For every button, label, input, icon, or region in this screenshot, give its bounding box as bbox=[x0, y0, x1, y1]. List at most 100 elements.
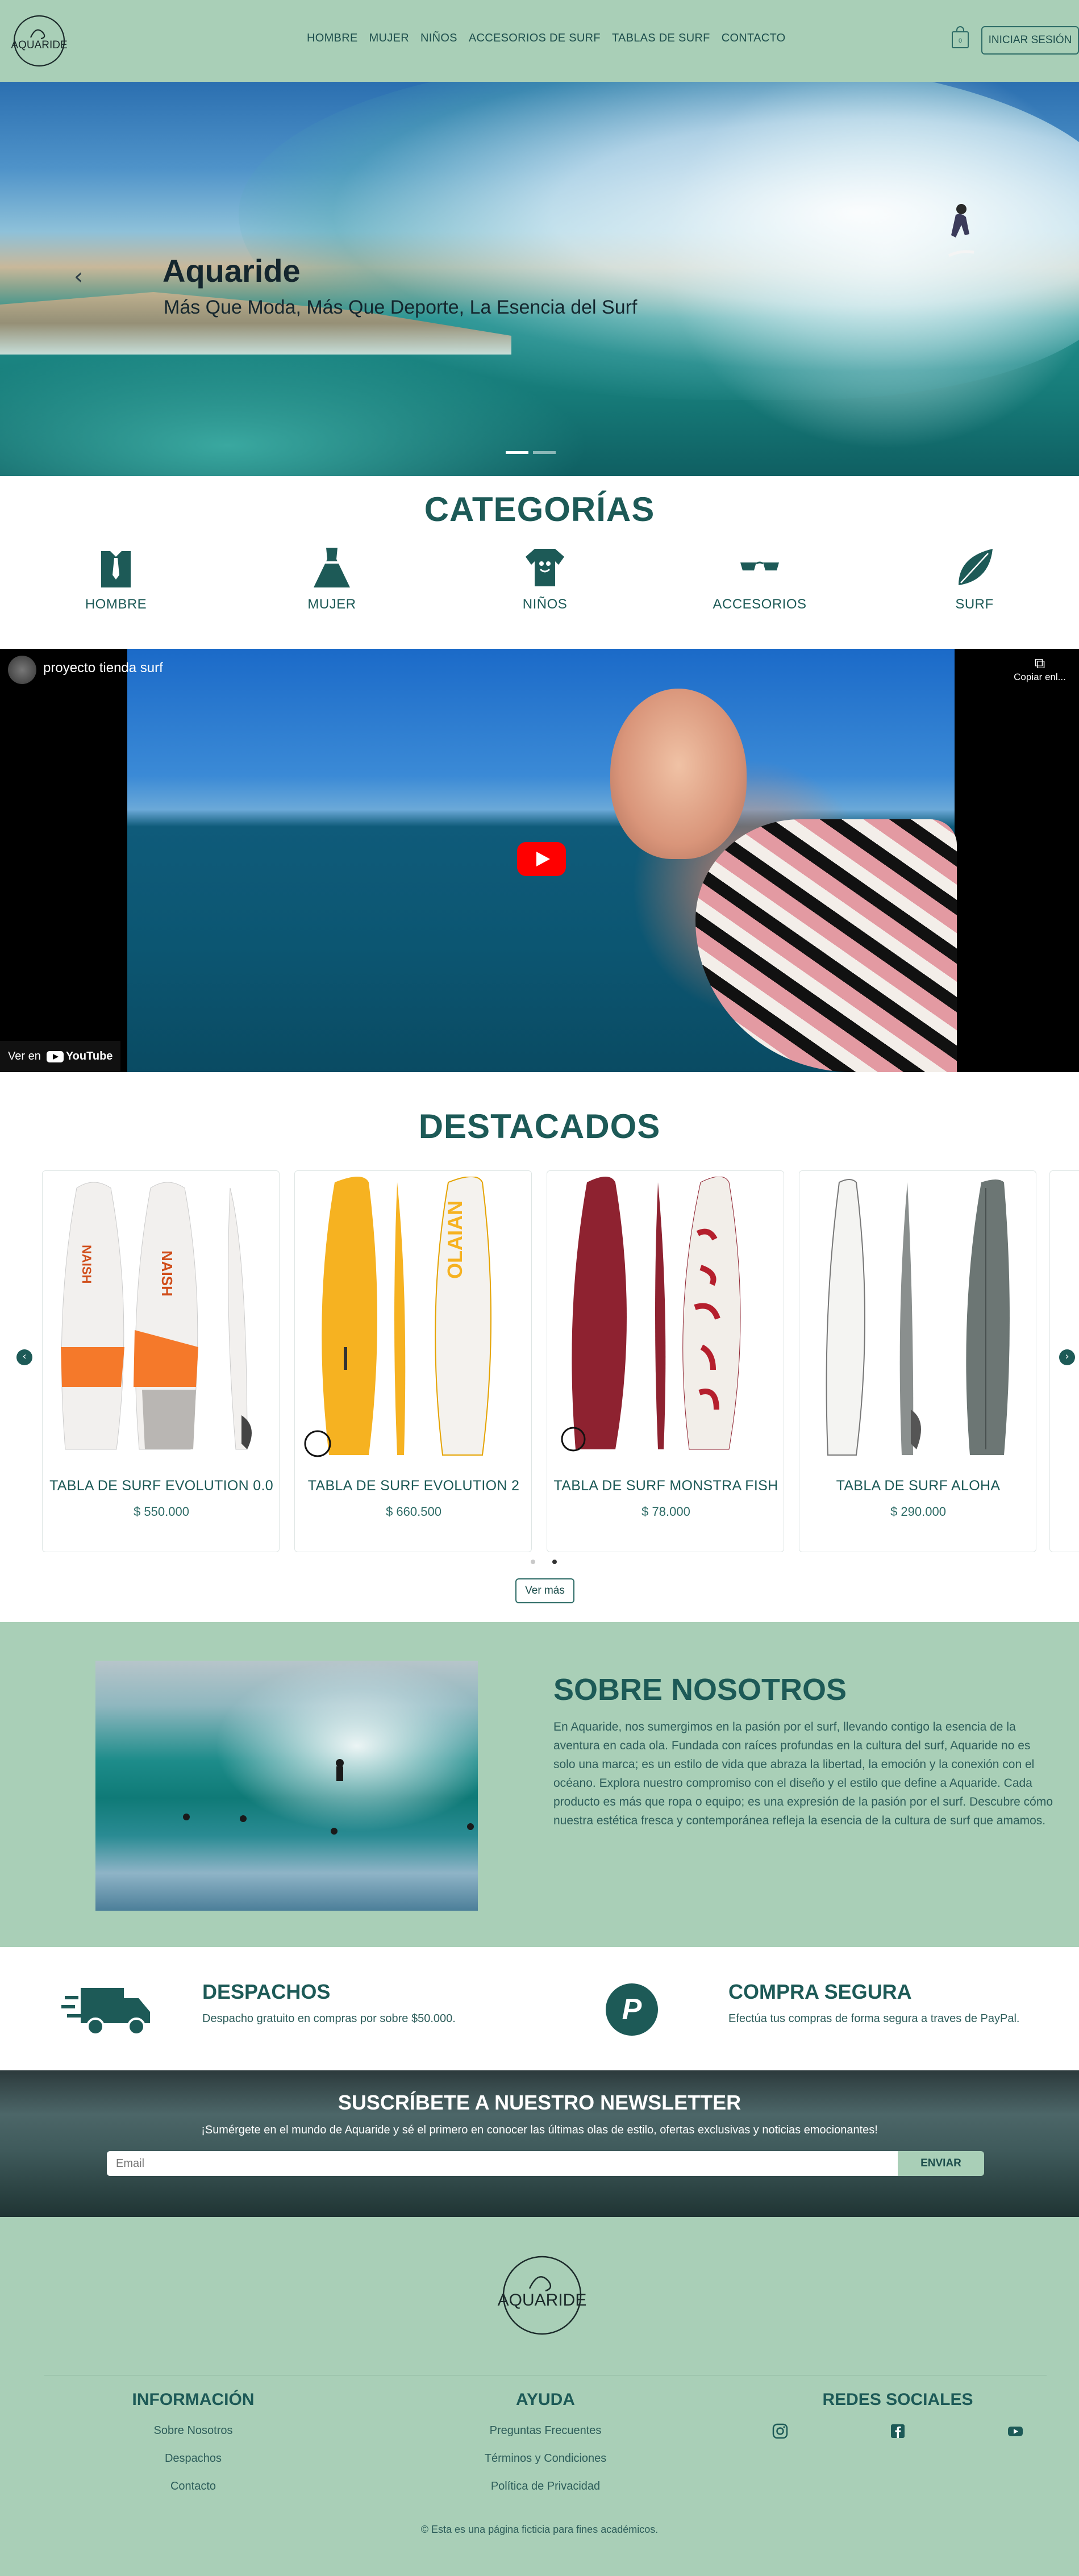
footer-col-ayuda: AYUDA Preguntas Frecuentes Términos y Co… bbox=[432, 2390, 659, 2508]
product-image bbox=[826, 1179, 1010, 1456]
watch-on-label: Ver en bbox=[8, 1050, 41, 1062]
nav-ninos[interactable]: NIÑOS bbox=[420, 32, 457, 45]
carousel-dot[interactable] bbox=[552, 1560, 557, 1564]
login-button[interactable]: INICIAR SESIÓN bbox=[981, 26, 1079, 55]
category-ninos[interactable]: NIÑOS bbox=[488, 545, 602, 612]
paypal-icon: P bbox=[606, 1983, 658, 2036]
feature-desc-despachos: Despacho gratuito en compras por sobre $… bbox=[202, 2012, 456, 2025]
hero-carousel: ‹ Aquaride Más Que Moda, Más Que Deporte… bbox=[0, 82, 1079, 476]
svg-text:NAISH: NAISH bbox=[159, 1251, 176, 1297]
featured-carousel: ‹ › NAISH NAISH TABLA DE SURF EVOLUTION … bbox=[0, 1168, 1079, 1554]
category-hombre[interactable]: HOMBRE bbox=[59, 545, 173, 612]
feature-desc-compra-segura: Efectúa tus compras de forma segura a tr… bbox=[728, 2012, 1020, 2025]
category-label: MUJER bbox=[307, 597, 356, 612]
footer-link-sobre-nosotros[interactable]: Sobre Nosotros bbox=[80, 2424, 307, 2437]
product-price: $ 550.000 bbox=[134, 1504, 189, 1519]
feature-title-compra-segura: COMPRA SEGURA bbox=[728, 1980, 912, 2003]
nav-hombre[interactable]: HOMBRE bbox=[307, 32, 358, 45]
category-accesorios[interactable]: ACCESORIOS bbox=[703, 545, 816, 612]
category-label: ACCESORIOS bbox=[713, 597, 807, 612]
copy-link-label: Copiar enl... bbox=[1014, 672, 1066, 682]
subscribe-button[interactable]: ENVIAR bbox=[898, 2151, 984, 2176]
carousel-dots bbox=[531, 1560, 557, 1564]
product-price: $ 290.000 bbox=[890, 1504, 946, 1519]
footer-note: © Esta es una página ficticia para fines… bbox=[420, 2524, 659, 2535]
main-nav: HOMBRE MUJER NIÑOS ACCESORIOS DE SURF TA… bbox=[307, 32, 785, 45]
hero-title: Aquaride bbox=[163, 253, 301, 289]
channel-avatar[interactable] bbox=[8, 656, 36, 684]
kids-shirt-icon bbox=[526, 549, 564, 586]
shopping-bag-icon[interactable]: 0 bbox=[950, 26, 970, 49]
category-surf[interactable]: SURF bbox=[918, 545, 1031, 612]
see-more-button[interactable]: Ver más bbox=[515, 1578, 574, 1603]
newsletter-title: SUSCRÍBETE A NUESTRO NEWSLETTER bbox=[338, 2091, 741, 2114]
footer-col-title: AYUDA bbox=[516, 2390, 575, 2409]
copy-link-button[interactable]: ⧉ Copiar enl... bbox=[1006, 655, 1074, 683]
surfboard-icon bbox=[959, 549, 993, 585]
video-wetsuit bbox=[695, 819, 957, 1072]
feature-title-despachos: DESPACHOS bbox=[202, 1980, 331, 2003]
facebook-icon[interactable] bbox=[889, 2423, 906, 2440]
shirt-tie-icon bbox=[101, 551, 131, 587]
product-card[interactable]: TABLA DE SURF ALOHA $ 290.000 bbox=[799, 1170, 1036, 1552]
category-label: HOMBRE bbox=[85, 597, 147, 612]
product-image: OLAIAN bbox=[304, 1177, 491, 1457]
product-name[interactable]: TABLA DE SURF ALOHA bbox=[799, 1478, 1037, 1494]
nav-accesorios-surf[interactable]: ACCESORIOS DE SURF bbox=[469, 32, 601, 45]
play-button[interactable] bbox=[517, 842, 566, 876]
aquaride-logo[interactable]: AQUARIDE bbox=[8, 12, 70, 69]
category-mujer[interactable]: MUJER bbox=[275, 545, 389, 612]
newsletter-subtitle: ¡Sumérgete en el mundo de Aquaride y sé … bbox=[201, 2124, 878, 2136]
video-embed[interactable]: proyecto tienda surf ⧉ Copiar enl... Ver… bbox=[0, 649, 1079, 1072]
instagram-icon[interactable] bbox=[772, 2423, 789, 2440]
footer-link-despachos[interactable]: Despachos bbox=[80, 2452, 307, 2465]
product-card-peek[interactable] bbox=[1049, 1170, 1079, 1552]
hero-indicator[interactable] bbox=[533, 451, 556, 454]
carousel-prev-icon[interactable]: ‹ bbox=[16, 1349, 32, 1365]
footer-logo[interactable]: AQUARIDE bbox=[491, 2251, 593, 2342]
nav-contacto[interactable]: CONTACTO bbox=[722, 32, 786, 45]
footer-link-privacidad[interactable]: Política de Privacidad bbox=[432, 2480, 659, 2493]
about-wave-image bbox=[95, 1661, 478, 1911]
category-label: NIÑOS bbox=[522, 597, 568, 612]
category-label: SURF bbox=[955, 597, 994, 612]
nav-mujer[interactable]: MUJER bbox=[369, 32, 409, 45]
footer-link-faq[interactable]: Preguntas Frecuentes bbox=[432, 2424, 659, 2437]
product-name[interactable]: TABLA DE SURF MONSTRA FISH bbox=[547, 1478, 785, 1494]
product-card[interactable]: TABLA DE SURF MONSTRA FISH $ 78.000 bbox=[547, 1170, 784, 1552]
features-section: DESPACHOS Despacho gratuito en compras p… bbox=[0, 1947, 1079, 2070]
youtube-logo-icon: YouTube bbox=[46, 1050, 113, 1063]
about-title: SOBRE NOSOTROS bbox=[553, 1673, 847, 1707]
product-card[interactable]: NAISH NAISH TABLA DE SURF EVOLUTION 0.0 … bbox=[42, 1170, 280, 1552]
product-image bbox=[561, 1177, 741, 1452]
newsletter-section: SUSCRÍBETE A NUESTRO NEWSLETTER ¡Sumérge… bbox=[0, 2070, 1079, 2217]
footer-link-terminos[interactable]: Términos y Condiciones bbox=[432, 2452, 659, 2465]
footer-col-redes: REDES SOCIALES bbox=[784, 2390, 1011, 2424]
sunglasses-icon bbox=[740, 561, 779, 570]
surfers-figures bbox=[183, 1759, 474, 1835]
nav-tablas-surf[interactable]: TABLAS DE SURF bbox=[612, 32, 710, 45]
hero-indicator[interactable] bbox=[506, 451, 528, 454]
product-price: $ 660.500 bbox=[386, 1504, 441, 1519]
footer-col-title: INFORMACIÓN bbox=[132, 2390, 255, 2409]
about-text: En Aquaride, nos sumergimos en la pasión… bbox=[553, 1720, 1053, 1827]
email-field[interactable] bbox=[107, 2151, 898, 2176]
product-name[interactable]: TABLA DE SURF EVOLUTION 2 bbox=[295, 1478, 532, 1494]
copy-icon: ⧉ bbox=[1034, 655, 1045, 672]
video-title[interactable]: proyecto tienda surf bbox=[43, 660, 163, 676]
product-name[interactable]: TABLA DE SURF EVOLUTION 0.0 bbox=[43, 1478, 280, 1494]
surfer-figure bbox=[948, 204, 974, 257]
hero-prev-arrow[interactable]: ‹ bbox=[74, 264, 83, 290]
truck-icon bbox=[61, 1988, 150, 2036]
categories-title: CATEGORÍAS bbox=[424, 490, 655, 528]
product-price: $ 78.000 bbox=[641, 1504, 690, 1519]
featured-title: DESTACADOS bbox=[418, 1107, 661, 1145]
about-section: SOBRE NOSOTROS En Aquaride, nos sumergim… bbox=[0, 1622, 1079, 1947]
footer-link-contacto[interactable]: Contacto bbox=[80, 2480, 307, 2493]
product-card[interactable]: OLAIAN TABLA DE SURF EVOLUTION 2 $ 660.5… bbox=[294, 1170, 532, 1552]
carousel-dot[interactable] bbox=[531, 1560, 535, 1564]
svg-text:OLAIAN: OLAIAN bbox=[443, 1201, 466, 1279]
youtube-icon[interactable] bbox=[1007, 2423, 1024, 2440]
hero-subtitle: Más Que Moda, Más Que Deporte, La Esenci… bbox=[164, 297, 638, 318]
watch-on-youtube[interactable]: Ver en YouTube bbox=[0, 1041, 121, 1072]
